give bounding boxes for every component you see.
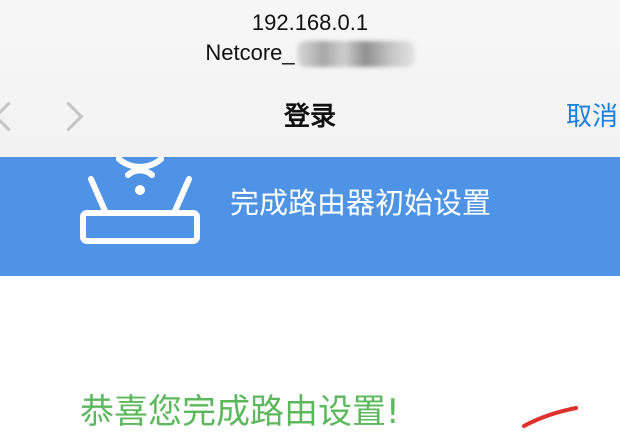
network-name-label: Netcore_ [205, 40, 295, 65]
router-icon [80, 157, 200, 244]
cancel-button[interactable]: 取消 [566, 100, 618, 134]
network-name: Netcore_ [0, 40, 620, 67]
annotation-arrow-icon [522, 406, 578, 428]
banner-title: 完成路由器初始设置 [230, 186, 492, 220]
redacted-ssid [296, 41, 415, 67]
success-message: 恭喜您完成路由设置! [80, 392, 400, 432]
browser-topbar: 192.168.0.1 Netcore_ 登录 取消 [0, 0, 620, 158]
router-setup-page: 192.168.0.1 Netcore_ 登录 取消 完成路由器初始设置 恭喜您… [0, 0, 620, 433]
main-content: 恭喜您完成路由设置! [0, 276, 620, 433]
address-bar[interactable]: 192.168.0.1 [0, 10, 620, 36]
setup-banner: 完成路由器初始设置 [0, 157, 620, 276]
page-title: 登录 [283, 102, 336, 132]
